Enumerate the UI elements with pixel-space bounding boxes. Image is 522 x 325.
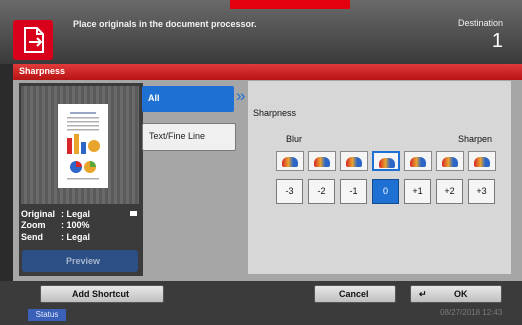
send-size-info: Send : Legal [21,232,90,242]
sharpness-preview-icon [276,151,304,171]
sharpness-minus2-button[interactable]: -2 [308,179,335,204]
cancel-label: Cancel [339,289,369,299]
send-label: Send [21,232,44,242]
sharpness-plus1-button[interactable]: +1 [404,179,431,204]
send-value: : Legal [61,232,91,242]
document-thumbnail [58,104,108,188]
page-title: Sharpness [19,66,66,76]
red-indicator [230,0,350,9]
status-message: Place originals in the document processo… [73,19,257,29]
original-size-info: Original : Legal [21,209,90,219]
sharpness-plus3-button[interactable]: +3 [468,179,495,204]
ok-button[interactable]: ↵ OK [410,285,502,303]
preview-button-label: Preview [66,256,101,266]
sharpness-preview-icon [436,151,464,171]
cancel-button[interactable]: Cancel [314,285,396,303]
sharpness-preview-icon [404,151,432,171]
destination-count: 1 [491,30,503,52]
datetime-display: 08/27/2018 12:43 [440,308,503,317]
sharpness-minus1-button[interactable]: -1 [340,179,367,204]
top-banner [0,0,522,64]
sharpness-minus3-button[interactable]: -3 [276,179,303,204]
add-shortcut-label: Add Shortcut [72,289,129,299]
status-button[interactable]: Status [28,309,66,321]
sharpness-preview-icon [340,151,368,171]
document-processor-icon [13,20,53,60]
original-value: : Legal [61,209,91,219]
destination-label: Destination [457,18,503,28]
selection-arrow-icon: » [236,86,246,105]
zoom-value: : 100% [61,220,90,230]
sharpness-heading: Sharpness [253,108,297,118]
sharpness-preview-icon [372,151,400,171]
function-title-bar: Sharpness [13,64,522,80]
blur-label: Blur [286,134,303,144]
sharpness-plus2-button[interactable]: +2 [436,179,463,204]
mode-all-label: All [148,93,160,103]
zoom-label: Zoom [21,220,46,230]
sharpness-preview-icon [468,151,496,171]
mode-text-fine-line-button[interactable]: Text/Fine Line [142,123,236,151]
sharpen-label: Sharpen [458,134,493,144]
sharpness-zero-button[interactable]: 0 [372,179,399,204]
zoom-info: Zoom : 100% [21,220,90,230]
ok-label: OK [454,289,468,299]
add-shortcut-button[interactable]: Add Shortcut [40,285,164,303]
mode-text-label: Text/Fine Line [149,131,206,141]
original-label: Original [21,209,56,219]
sharpness-preview-icon [308,151,336,171]
mode-all-button[interactable]: All [142,86,234,112]
orientation-icon [130,211,137,216]
preview-button[interactable]: Preview [22,250,138,272]
enter-icon: ↵ [419,289,427,299]
